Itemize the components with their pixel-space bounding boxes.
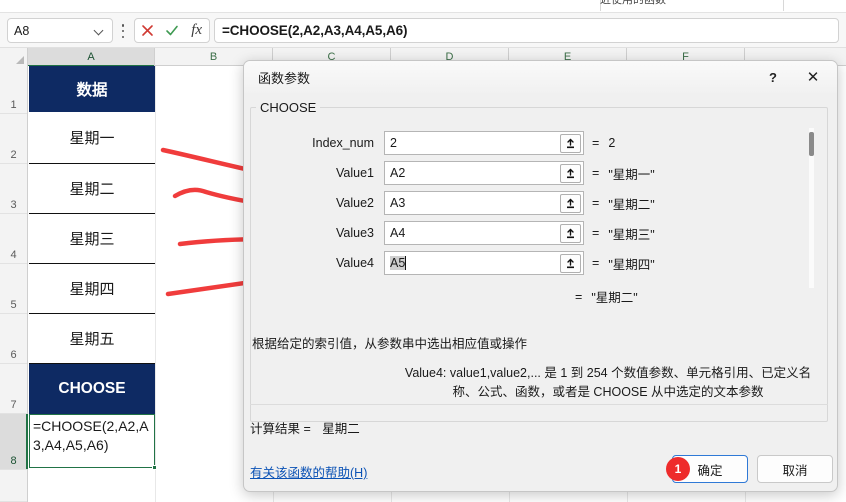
- argument-result-value1: = "星期一": [592, 166, 655, 182]
- argument-result-value4: = "星期四": [592, 256, 655, 272]
- row-header-column: 1 2 3 4 5 6 7 8: [0, 66, 28, 502]
- collapse-dialog-icon[interactable]: [560, 134, 581, 153]
- dialog-title-bar: 函数参数: [244, 61, 837, 93]
- text-caret: [405, 256, 407, 270]
- cell-a2[interactable]: 星期一: [29, 112, 155, 164]
- argument-input-value3[interactable]: A4: [384, 221, 584, 245]
- column-header-a[interactable]: A: [28, 48, 155, 67]
- help-icon[interactable]: ?: [760, 66, 786, 88]
- cell-a3[interactable]: 星期二: [29, 164, 155, 214]
- argument-label-value4: Value4: [336, 256, 374, 270]
- step-badge-1: 1: [666, 457, 690, 481]
- row-header-5[interactable]: 5: [0, 264, 27, 314]
- argument-label-value2: Value2: [336, 196, 374, 210]
- calculation-result-label: 计算结果 =: [250, 422, 311, 436]
- argument-input-index-num[interactable]: 2: [384, 131, 584, 155]
- argument-label-index-num: Index_num: [312, 136, 374, 150]
- cell-a4[interactable]: 星期三: [29, 214, 155, 264]
- formula-action-buttons: fx: [134, 18, 210, 43]
- overall-equals: =: [575, 289, 583, 304]
- argument-row-value3: Value3 A4 = "星期三": [288, 221, 768, 245]
- argument-row-index-num: Index_num 2 = 2: [288, 131, 768, 155]
- argument-row-value4: Value4 A5 = "星期四": [288, 251, 768, 275]
- row-header-2[interactable]: 2: [0, 114, 27, 164]
- argument-value-value4: A5: [390, 256, 406, 270]
- fx-icon[interactable]: fx: [187, 21, 207, 41]
- argument-input-value4[interactable]: A5: [384, 251, 584, 275]
- fill-handle[interactable]: [152, 465, 157, 470]
- row-header-9[interactable]: [0, 470, 27, 502]
- collapse-dialog-icon[interactable]: [560, 164, 581, 183]
- calculation-result: 计算结果 = 星期二: [250, 418, 360, 437]
- overall-result-value: "星期二": [591, 291, 638, 305]
- cell-a8[interactable]: =CHOOSE(2,A2,A3,A4,A5,A6): [29, 414, 155, 468]
- row-header-8[interactable]: 8: [0, 414, 28, 470]
- collapse-dialog-icon[interactable]: [560, 194, 581, 213]
- dialog-title: 函数参数: [258, 70, 311, 86]
- cell-a5[interactable]: 星期四: [29, 264, 155, 314]
- argument-label-value3: Value3: [336, 226, 374, 240]
- argument-input-value1[interactable]: A2: [384, 161, 584, 185]
- cell-a6[interactable]: 星期五: [29, 314, 155, 364]
- argument-result-index-num: = 2: [592, 136, 616, 150]
- function-description: 根据给定的索引值，从参数串中选出相应值或操作: [252, 337, 528, 351]
- scrollbar-thumb[interactable]: [809, 132, 814, 156]
- cancel-button[interactable]: 取消: [757, 455, 833, 483]
- ribbon-recent-functions-label: 近使用的函数: [600, 0, 666, 6]
- row-header-4[interactable]: 4: [0, 214, 27, 264]
- formula-bar: A8 fx =CHOOSE(2,A2,A3,A4,A5,A6): [0, 13, 846, 48]
- formula-input[interactable]: =CHOOSE(2,A2,A3,A4,A5,A6): [214, 18, 839, 43]
- dialog-separator: [250, 404, 828, 405]
- overall-result-row: = "星期二": [575, 287, 638, 306]
- kebab-menu-icon[interactable]: [121, 24, 125, 38]
- argument-row-value2: Value2 A3 = "星期二": [288, 191, 768, 215]
- collapse-dialog-icon[interactable]: [560, 224, 581, 243]
- name-box[interactable]: A8: [7, 18, 113, 43]
- argument-label-value1: Value1: [336, 166, 374, 180]
- argument-value-value2: A3: [390, 196, 406, 210]
- row-header-1[interactable]: 1: [0, 66, 27, 114]
- argument-value-index-num: 2: [390, 136, 397, 150]
- argument-result-value2: = "星期二": [592, 196, 655, 212]
- arguments-scrollbar[interactable]: [809, 128, 814, 288]
- close-icon[interactable]: [137, 21, 157, 41]
- chevron-down-icon[interactable]: [94, 25, 106, 37]
- calculation-result-value: 星期二: [322, 422, 360, 436]
- argument-input-value2[interactable]: A3: [384, 191, 584, 215]
- excel-window: 近使用的函数 A8 fx =CHOOSE(2,A2,A3,A4,A5,A6) A…: [0, 0, 846, 502]
- argument-row-value1: Value1 A2 = "星期一": [288, 161, 768, 185]
- row-header-3[interactable]: 3: [0, 164, 27, 214]
- check-icon[interactable]: [162, 21, 182, 41]
- select-all-corner[interactable]: [0, 48, 28, 66]
- function-help-link[interactable]: 有关该函数的帮助(H): [250, 462, 367, 481]
- argument-description: Value4: value1,value2,... 是 1 到 254 个数值参…: [404, 366, 812, 400]
- argument-value-value1: A2: [390, 166, 406, 180]
- name-box-value: A8: [14, 23, 30, 38]
- argument-value-value3: A4: [390, 226, 406, 240]
- cell-a7[interactable]: CHOOSE: [29, 364, 155, 414]
- row-header-7[interactable]: 7: [0, 364, 27, 414]
- function-name-label: CHOOSE: [256, 100, 321, 115]
- cell-a1[interactable]: 数据: [29, 66, 155, 112]
- collapse-dialog-icon[interactable]: [560, 254, 581, 273]
- ribbon-strip: 近使用的函数: [0, 0, 846, 13]
- argument-result-value3: = "星期三": [592, 226, 655, 242]
- row-header-6[interactable]: 6: [0, 314, 27, 364]
- close-icon[interactable]: ✕: [800, 66, 826, 88]
